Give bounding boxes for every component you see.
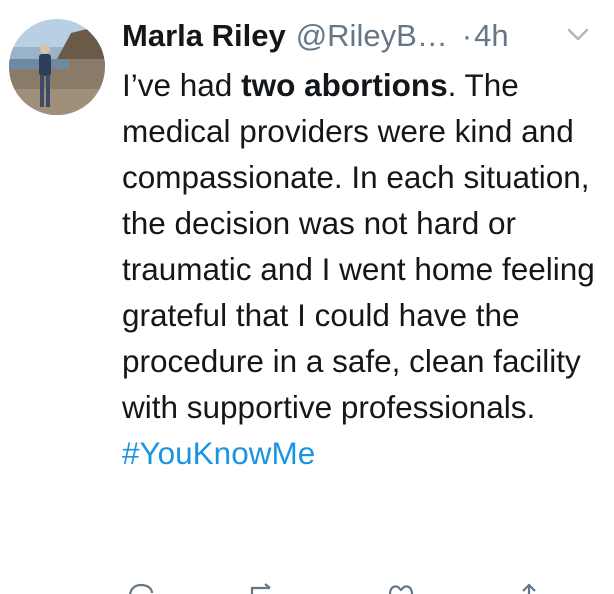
tweet-text-part-2: . The medical providers were kind and co… [122, 67, 595, 425]
separator-dot: · [461, 18, 473, 53]
reply-icon[interactable] [126, 582, 156, 594]
tweet-header: Marla Riley @RileyB… · 4h [122, 14, 602, 58]
tweet-text-part-1: I’ve had [122, 67, 242, 103]
tweet-text: I’ve had two abortions. The medical prov… [122, 62, 604, 476]
display-name[interactable]: Marla Riley [122, 18, 286, 54]
avatar[interactable] [9, 19, 105, 115]
retweet-icon[interactable] [248, 582, 282, 594]
tweet-actions [122, 582, 602, 594]
tweet-text-bold: two abortions [241, 67, 448, 103]
like-icon[interactable] [386, 582, 416, 594]
tweet: Marla Riley @RileyB… · 4h I’ve had two a… [0, 0, 614, 594]
share-icon[interactable] [514, 582, 544, 594]
timestamp[interactable]: 4h [474, 18, 508, 54]
hashtag-link[interactable]: #YouKnowMe [122, 435, 315, 471]
chevron-down-icon[interactable] [566, 27, 590, 43]
user-handle[interactable]: @RileyB… [296, 18, 448, 54]
